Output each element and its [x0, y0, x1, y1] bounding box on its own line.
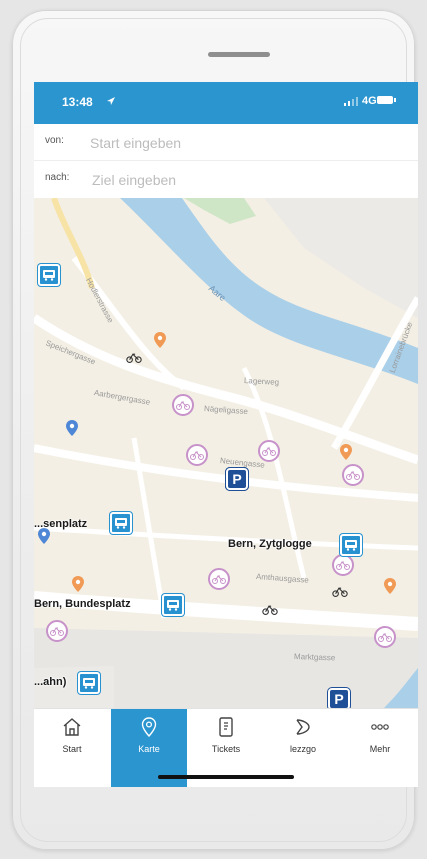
- bike-station-marker[interactable]: [46, 620, 68, 642]
- bike-station-marker[interactable]: [374, 626, 396, 648]
- from-field: von:: [34, 124, 418, 161]
- street-label: Lagerweg: [243, 376, 280, 387]
- bicycle-icon: [190, 451, 204, 460]
- transit-stop-icon[interactable]: [162, 594, 184, 616]
- map-view[interactable]: Aare Hodlerstrasse Speichergasse Aarberg…: [34, 198, 418, 708]
- map-pin-icon: [141, 717, 157, 738]
- lezzgo-icon: [296, 719, 310, 735]
- bicycle-icon: [336, 561, 350, 570]
- bicycle-icon: [346, 471, 360, 480]
- parking-marker[interactable]: P: [328, 688, 350, 708]
- map-base-layer: [34, 198, 418, 708]
- poi-pin-icon[interactable]: [384, 578, 396, 594]
- bicycle-icon: [176, 401, 190, 410]
- bike-station-marker[interactable]: [208, 568, 230, 590]
- bicycle-icon[interactable]: [260, 602, 280, 616]
- transit-stop-icon[interactable]: [340, 534, 362, 556]
- tab-mehr-label: Mehr: [369, 744, 391, 754]
- bicycle-icon: [378, 633, 392, 642]
- tab-tickets-label: Tickets: [211, 744, 241, 754]
- tab-start[interactable]: Start: [34, 709, 110, 787]
- bike-station-marker[interactable]: [186, 444, 208, 466]
- battery-icon: [377, 96, 396, 104]
- poi-pin-icon[interactable]: [72, 576, 84, 592]
- bicycle-icon[interactable]: [124, 350, 144, 364]
- transit-stop-icon[interactable]: [38, 264, 60, 286]
- bicycle-icon: [50, 627, 64, 636]
- from-label: von:: [45, 135, 64, 146]
- poi-pin-icon[interactable]: [154, 332, 166, 348]
- destination-input[interactable]: [90, 166, 414, 194]
- bottom-tab-bar: Start Karte Tickets lezzgo Mehr: [34, 708, 418, 787]
- home-icon: [63, 718, 81, 736]
- poi-pin-icon[interactable]: [340, 444, 352, 460]
- to-label: nach:: [45, 172, 70, 183]
- stop-label-bundesplatz[interactable]: Bern, Bundesplatz: [34, 598, 131, 610]
- parking-marker[interactable]: P: [226, 468, 248, 490]
- network-type: 4G: [362, 95, 377, 107]
- transit-stop-icon[interactable]: [78, 672, 100, 694]
- poi-pin-icon[interactable]: [66, 420, 78, 436]
- tab-start-label: Start: [62, 744, 82, 754]
- signal-icon: [344, 97, 358, 106]
- poi-pin-icon[interactable]: [38, 528, 50, 544]
- tab-lezzgo-label: lezzgo: [289, 744, 316, 754]
- tab-mehr[interactable]: Mehr: [342, 709, 418, 787]
- bike-station-marker[interactable]: [332, 554, 354, 576]
- more-icon: [371, 724, 389, 730]
- start-input[interactable]: [88, 129, 412, 157]
- home-indicator[interactable]: [158, 775, 294, 779]
- status-time: 13:48: [62, 95, 93, 109]
- ticket-icon: [219, 717, 233, 737]
- tab-karte-label: Karte: [138, 744, 160, 754]
- bicycle-icon[interactable]: [330, 584, 350, 598]
- app-screen: 13:48 4G von: nach:: [34, 82, 418, 787]
- bike-station-marker[interactable]: [172, 394, 194, 416]
- route-search-panel: von: nach:: [34, 124, 418, 198]
- location-arrow-icon: [107, 97, 115, 105]
- stop-label-zytglogge[interactable]: Bern, Zytglogge: [228, 538, 312, 550]
- status-bar: 13:48 4G: [34, 82, 418, 124]
- transit-stop-icon[interactable]: [110, 512, 132, 534]
- stop-label-platz[interactable]: ...senplatz: [34, 518, 87, 530]
- bicycle-icon: [262, 447, 276, 456]
- bike-station-marker[interactable]: [258, 440, 280, 462]
- bicycle-icon: [212, 575, 226, 584]
- phone-speaker: [208, 52, 270, 57]
- street-label: Marktgasse: [293, 652, 336, 663]
- to-field: nach:: [34, 161, 418, 197]
- stop-label-bahn[interactable]: ...ahn): [34, 676, 66, 688]
- bike-station-marker[interactable]: [342, 464, 364, 486]
